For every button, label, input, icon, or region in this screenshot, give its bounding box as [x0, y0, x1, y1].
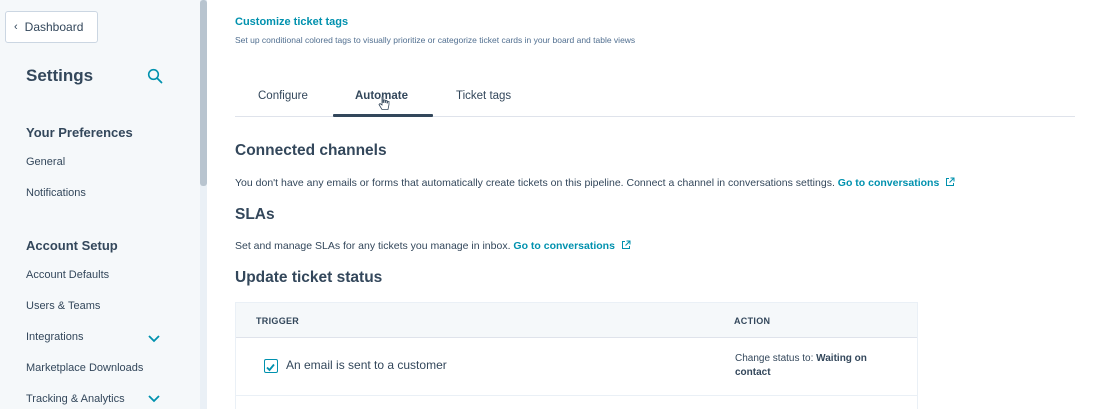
tab-ticket-tags[interactable]: Ticket tags [456, 90, 511, 102]
external-link-icon [621, 240, 631, 249]
section-heading-your-preferences: Your Preferences [26, 125, 133, 140]
chevron-down-icon[interactable] [147, 394, 161, 404]
tab-configure[interactable]: Configure [258, 90, 308, 102]
column-header-action: ACTION [734, 316, 771, 326]
slas-message: Set and manage SLAs for any tickets you … [235, 240, 511, 252]
customize-description: Set up conditional colored tags to visua… [235, 35, 636, 45]
connected-channels-heading: Connected channels [235, 142, 387, 159]
sidebar-item-tracking-analytics[interactable]: Tracking & Analytics [26, 393, 136, 405]
sidebar-item-account-defaults[interactable]: Account Defaults [26, 269, 176, 281]
connected-channels-text: You don't have any emails or forms that … [235, 177, 955, 189]
active-tab-indicator [333, 114, 433, 117]
dashboard-back-label: Dashboard [24, 20, 84, 34]
go-to-conversations-link[interactable]: Go to conversations [513, 240, 615, 252]
slas-text: Set and manage SLAs for any tickets you … [235, 240, 631, 252]
sidebar-scrollbar-thumb[interactable] [200, 0, 207, 186]
trigger-label[interactable]: An email is sent to a customer [286, 358, 447, 372]
section-heading-account-setup: Account Setup [26, 238, 118, 253]
external-link-icon [946, 177, 955, 186]
sidebar-item-users-teams[interactable]: Users & Teams [26, 300, 176, 312]
row-divider [236, 395, 917, 396]
sidebar-title: Settings [26, 66, 94, 85]
checkmark-icon [266, 363, 275, 372]
trigger-checkbox[interactable] [264, 359, 278, 373]
chevron-down-icon[interactable] [147, 334, 161, 344]
settings-sidebar: ‹ Dashboard Settings Your Preferences Ge… [0, 0, 200, 409]
slas-heading: SLAs [235, 206, 275, 223]
dashboard-back-button[interactable]: ‹ Dashboard [5, 11, 98, 43]
customize-ticket-tags-link[interactable]: Customize ticket tags [235, 16, 348, 28]
hand-cursor-icon [378, 96, 390, 110]
sidebar-item-general[interactable]: General [26, 156, 176, 168]
ticket-status-table: TRIGGER ACTION An email is sent to a cus… [235, 302, 918, 409]
update-ticket-status-heading: Update ticket status [235, 269, 383, 286]
action-prefix: Change status to: [735, 353, 814, 364]
go-to-conversations-link[interactable]: Go to conversations [838, 177, 940, 189]
table-header: TRIGGER ACTION [236, 303, 917, 338]
sidebar-item-marketplace-downloads[interactable]: Marketplace Downloads [26, 362, 176, 374]
connected-channels-message: You don't have any emails or forms that … [235, 177, 835, 189]
column-header-trigger: TRIGGER [256, 316, 300, 326]
search-icon[interactable] [147, 68, 163, 84]
chevron-left-icon: ‹ [14, 21, 18, 33]
sidebar-item-notifications[interactable]: Notifications [26, 187, 176, 199]
action-cell: Change status to: Waiting on contact [735, 352, 905, 380]
